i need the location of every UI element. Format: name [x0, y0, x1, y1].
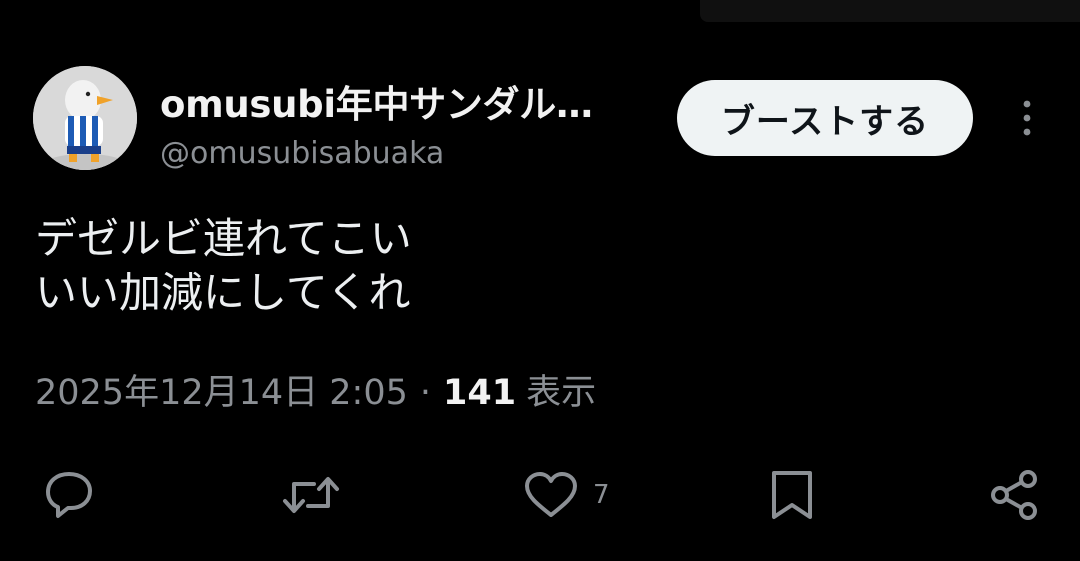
more-vertical-icon: [1023, 100, 1031, 136]
repost-button[interactable]: [280, 470, 342, 520]
post-timestamp[interactable]: 2025年12月14日 2:05: [35, 364, 408, 415]
views-count: 141: [443, 373, 517, 413]
user-handle[interactable]: @omusubisabuaka: [160, 136, 444, 171]
meta-separator: ·: [419, 373, 432, 413]
top-status-area: [0, 0, 1080, 22]
views-label: 表示: [526, 373, 597, 413]
reply-icon: [46, 472, 92, 518]
share-button[interactable]: [988, 470, 1044, 520]
bookmark-button[interactable]: [768, 470, 816, 520]
reply-button[interactable]: [42, 470, 96, 520]
top-status-band: [700, 0, 1080, 22]
post-text-line: いい加減にしてくれ: [35, 268, 411, 317]
post-text: デゼルビ連れてこい いい加減にしてくれ: [35, 212, 412, 320]
bookmark-icon: [772, 471, 812, 519]
post-text-line: デゼルビ連れてこい: [35, 214, 412, 263]
more-options-button[interactable]: [1008, 98, 1046, 138]
heart-icon: [525, 472, 577, 517]
post-meta: 2025年12月14日 2:05 · 141 表示: [35, 364, 596, 415]
like-button[interactable]: 7: [523, 470, 610, 520]
repost-icon: [283, 477, 339, 513]
share-icon: [991, 470, 1037, 520]
avatar[interactable]: [33, 66, 137, 170]
seagull-mascot-avatar: [33, 66, 137, 170]
like-count: 7: [593, 480, 610, 510]
display-name[interactable]: omusubi年中サンダル…: [160, 74, 593, 128]
boost-button[interactable]: ブーストする: [677, 80, 973, 156]
